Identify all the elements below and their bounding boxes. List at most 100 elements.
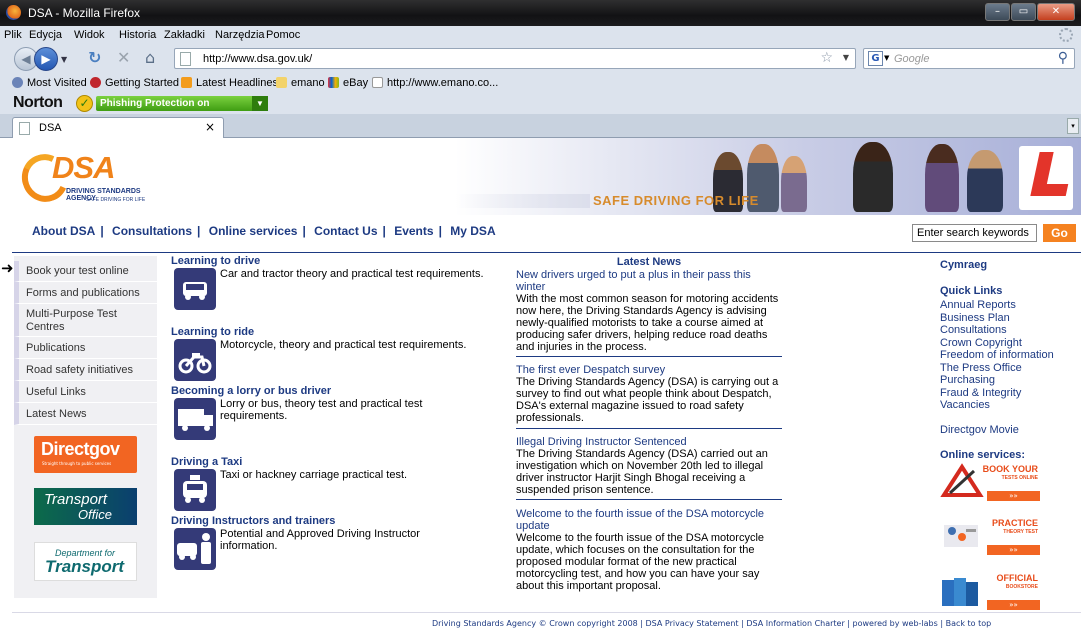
leftnav-road-safety[interactable]: Road safety initiatives	[14, 359, 157, 381]
menu-historia[interactable]: Historia	[119, 29, 156, 41]
motorcycle-icon[interactable]	[174, 339, 216, 381]
search-icon[interactable]: ⚲	[1058, 50, 1068, 66]
instructor-icon[interactable]	[174, 528, 216, 570]
warning-sign-icon	[940, 463, 984, 497]
quick-link-business-plan[interactable]: Business Plan	[940, 312, 1010, 325]
nav-about-dsa[interactable]: About DSA	[32, 224, 95, 238]
menu-pomoc[interactable]: Pomoc	[266, 29, 300, 41]
news-headline-link[interactable]: The first ever Despatch survey	[516, 364, 782, 376]
rss-icon	[181, 77, 192, 88]
directgov-logo-link[interactable]: Directgov Straight through to public ser…	[34, 436, 137, 473]
bookmark-getting-started[interactable]: Getting Started	[90, 77, 179, 89]
official-bookstore-promo[interactable]: OFFICIAL BOOKSTORE »»	[940, 572, 1040, 610]
search-go-button[interactable]: Go	[1043, 224, 1076, 242]
footer-links[interactable]: Driving Standards Agency © Crown copyrig…	[432, 619, 991, 628]
throbber-icon	[1059, 28, 1073, 42]
theory-test-icon	[944, 525, 978, 547]
quick-link-freedom-info[interactable]: Freedom of information	[940, 349, 1054, 362]
service-title-learning-drive[interactable]: Learning to drive	[171, 255, 260, 267]
taxi-icon[interactable]	[174, 469, 216, 511]
menu-edycja[interactable]: Edycja	[29, 29, 62, 41]
quick-link-consultations[interactable]: Consultations	[940, 324, 1007, 337]
quick-link-press-office[interactable]: The Press Office	[940, 362, 1022, 375]
phishing-protection-button[interactable]: Phishing Protection on ▼	[96, 96, 268, 111]
quick-link-purchasing[interactable]: Purchasing	[940, 374, 995, 387]
books-icon	[942, 578, 978, 606]
news-headline-link[interactable]: New drivers urged to put a plus in their…	[516, 269, 782, 293]
leftnav-forms-publications[interactable]: Forms and publications	[14, 282, 157, 304]
bookmark-latest-headlines[interactable]: Latest Headlines	[181, 77, 278, 89]
reload-icon[interactable]: ↻	[88, 49, 101, 67]
menu-narzedzia[interactable]: Narzędzia	[215, 29, 265, 41]
close-window-button[interactable]: ✕	[1037, 3, 1075, 21]
dsa-logo[interactable]: DSA DRIVING STANDARDS AGENCY SAFE DRIVIN…	[15, 146, 162, 209]
news-headline-link[interactable]: Welcome to the fourth issue of the DSA m…	[516, 508, 782, 532]
top-navigation: About DSA | Consultations | Online service…	[32, 224, 496, 238]
bookmark-emano-url[interactable]: http://www.emano.co...	[372, 77, 498, 89]
site-search-input[interactable]: Enter search keywords	[912, 224, 1037, 242]
news-item: Illegal Driving Instructor Sentenced The…	[516, 436, 782, 496]
quick-links-heading: Quick Links	[940, 285, 1003, 297]
engine-dropdown-icon[interactable]: ▼	[884, 54, 889, 62]
news-divider	[516, 428, 782, 429]
leftnav-publications[interactable]: Publications	[14, 337, 157, 359]
most-visited-icon	[12, 77, 23, 88]
page-icon	[372, 77, 383, 88]
search-placeholder[interactable]: Google	[894, 53, 929, 65]
leftnav-book-test[interactable]: Book your test online	[14, 261, 157, 282]
close-tab-icon[interactable]: ×	[205, 120, 215, 134]
car-icon[interactable]	[174, 268, 216, 310]
checkmark-icon: ✓	[76, 95, 93, 112]
bookmark-most-visited[interactable]: Most Visited	[12, 77, 87, 89]
menu-widok[interactable]: Widok	[74, 29, 105, 41]
address-bar[interactable]: http://www.dsa.gov.uk/ ☆ ▼	[174, 48, 856, 69]
service-title-instructors[interactable]: Driving Instructors and trainers	[171, 515, 335, 527]
service-title-learning-ride[interactable]: Learning to ride	[171, 326, 254, 338]
leftnav-useful-links[interactable]: Useful Links	[14, 381, 157, 403]
service-desc-learning-ride: Motorcycle, theory and practical test re…	[220, 339, 467, 351]
google-engine-icon[interactable]: G	[868, 51, 883, 66]
nav-online-services[interactable]: Online services	[209, 224, 298, 238]
leftnav-multi-purpose-centres[interactable]: Multi-Purpose Test Centres	[14, 304, 157, 337]
url-text[interactable]: http://www.dsa.gov.uk/	[203, 53, 312, 65]
service-desc-learning-drive: Car and tractor theory and practical tes…	[220, 268, 484, 280]
service-title-taxi[interactable]: Driving a Taxi	[171, 456, 242, 468]
lorry-icon[interactable]	[174, 398, 216, 440]
news-headline-link[interactable]: Illegal Driving Instructor Sentenced	[516, 436, 782, 448]
maximize-button[interactable]: ▭	[1011, 3, 1036, 21]
dropdown-icon[interactable]: ▼	[252, 96, 268, 111]
service-desc-lorry-bus: Lorry or bus, theory test and practical …	[220, 398, 423, 422]
menu-zakladki[interactable]: Zakładki	[164, 29, 205, 41]
quick-link-annual-reports[interactable]: Annual Reports	[940, 299, 1016, 312]
cymraeg-link[interactable]: Cymraeg	[940, 259, 987, 272]
minimize-button[interactable]: –	[985, 3, 1010, 21]
quick-link-vacancies[interactable]: Vacancies	[940, 399, 990, 412]
service-title-lorry-bus[interactable]: Becoming a lorry or bus driver	[171, 385, 331, 397]
browser-search-bar[interactable]: G ▼ Google ⚲	[863, 48, 1075, 69]
nav-my-dsa[interactable]: My DSA	[450, 224, 495, 238]
bookmark-star-icon[interactable]: ☆	[820, 50, 833, 66]
bookmark-ebay[interactable]: eBay	[328, 77, 368, 89]
practice-theory-test-promo[interactable]: PRACTICE THEORY TEST »»	[940, 517, 1040, 555]
directgov-movie-link[interactable]: Directgov Movie	[940, 424, 1019, 437]
stop-icon[interactable]: ✕	[117, 49, 130, 67]
home-icon[interactable]: ⌂	[145, 49, 155, 67]
quick-link-crown-copyright[interactable]: Crown Copyright	[940, 337, 1022, 350]
tab-dsa[interactable]: DSA ×	[12, 117, 224, 138]
history-dropdown-icon[interactable]: ▼	[61, 55, 67, 64]
nav-contact-us[interactable]: Contact Us	[314, 224, 377, 238]
menu-plik[interactable]: Plik	[4, 29, 22, 41]
department-for-transport-logo-link[interactable]: Department for Transport	[34, 542, 137, 581]
transport-office-logo-link[interactable]: Transport Office	[34, 488, 137, 525]
forward-button[interactable]: ▶	[34, 47, 58, 71]
nav-events[interactable]: Events	[394, 224, 433, 238]
page-content: DSA DRIVING STANDARDS AGENCY SAFE DRIVIN…	[0, 138, 1081, 632]
list-all-tabs-button[interactable]: ▾	[1067, 118, 1079, 134]
quick-link-fraud-integrity[interactable]: Fraud & Integrity	[940, 387, 1021, 400]
bookmark-emano[interactable]: emano	[276, 77, 325, 89]
leftnav-latest-news[interactable]: Latest News	[14, 403, 157, 425]
book-tests-online-promo[interactable]: BOOK YOUR TESTS ONLINE »»	[940, 463, 1040, 501]
page-icon	[180, 52, 191, 66]
nav-consultations[interactable]: Consultations	[112, 224, 192, 238]
url-dropdown-icon[interactable]: ▼	[843, 53, 849, 62]
